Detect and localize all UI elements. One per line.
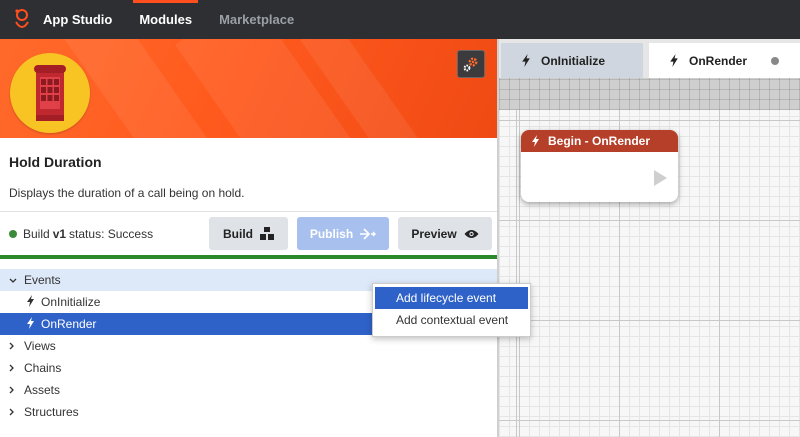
status-dot-icon (9, 230, 17, 238)
flow-canvas-panel: OnInitialize OnRender Begin - OnRender (497, 39, 800, 437)
module-description: Displays the duration of a call being on… (9, 186, 245, 200)
nav-marketplace[interactable]: Marketplace (219, 0, 294, 39)
tree-label-views: Views (24, 339, 56, 353)
status-suffix: status: Success (69, 227, 154, 241)
publish-button[interactable]: Publish (297, 217, 389, 250)
build-status: Build v1 status: Success (9, 227, 153, 241)
chevron-right-icon[interactable] (9, 383, 17, 397)
node-title: Begin - OnRender (548, 134, 651, 148)
lightning-icon (670, 54, 678, 67)
top-nav-bar: App Studio Modules Marketplace (0, 0, 800, 39)
menu-item-add-lifecycle-event[interactable]: Add lifecycle event (375, 287, 528, 309)
node-header: Begin - OnRender (521, 130, 678, 152)
blocks-icon (260, 227, 274, 240)
preview-label: Preview (411, 226, 457, 241)
build-label: Build (223, 226, 253, 241)
gears-icon (463, 57, 478, 72)
tab-label-oninitialize: OnInitialize (541, 53, 606, 68)
lightning-icon (26, 316, 36, 332)
preview-button[interactable]: Preview (398, 217, 492, 250)
tree-label-assets: Assets (24, 383, 61, 397)
lightning-icon (532, 135, 539, 147)
begin-node[interactable]: Begin - OnRender (521, 130, 678, 202)
module-title: Hold Duration (9, 154, 102, 170)
tree-item-structures[interactable]: Structures (0, 401, 497, 423)
context-menu: Add lifecycle event Add contextual event (372, 283, 531, 337)
publish-label: Publish (309, 226, 354, 241)
build-button[interactable]: Build (209, 217, 288, 250)
phone-booth-icon (10, 53, 90, 133)
status-prefix: Build (23, 227, 50, 241)
tab-onrender[interactable]: OnRender (649, 43, 800, 78)
tree-item-assets[interactable]: Assets (0, 379, 497, 401)
chevron-right-icon[interactable] (9, 339, 17, 353)
chevron-down-icon[interactable] (9, 273, 17, 287)
status-progress-bar (0, 255, 497, 259)
tree-item-views[interactable]: Views (0, 335, 497, 357)
event-tabs: OnInitialize OnRender (499, 39, 800, 78)
module-settings-button[interactable] (457, 50, 485, 78)
lightning-icon (26, 294, 36, 310)
tab-label-onrender: OnRender (689, 53, 748, 68)
tree-label-onrender: OnRender (41, 317, 97, 331)
tree-label-events: Events (24, 273, 61, 287)
divider (0, 211, 497, 212)
unsaved-dot-icon (771, 56, 780, 65)
status-version: v1 (52, 227, 67, 241)
publish-arrow-icon (360, 227, 377, 240)
chevron-right-icon[interactable] (9, 405, 17, 419)
genesys-logo-icon[interactable] (12, 8, 32, 32)
chevron-right-icon[interactable] (9, 361, 17, 375)
module-banner (0, 39, 497, 138)
nav-modules[interactable]: Modules (133, 0, 198, 39)
tree-label-chains: Chains (24, 361, 62, 375)
tree-label-oninitialize: OnInitialize (41, 295, 101, 309)
tree-label-structures: Structures (24, 405, 79, 419)
app-name[interactable]: App Studio (43, 0, 112, 39)
canvas-ruler (499, 78, 800, 110)
tab-oninitialize[interactable]: OnInitialize (501, 43, 643, 78)
menu-item-add-contextual-event[interactable]: Add contextual event (375, 309, 528, 331)
lightning-icon (522, 54, 530, 67)
module-panel: Hold Duration Displays the duration of a… (0, 39, 497, 437)
tree-item-chains[interactable]: Chains (0, 357, 497, 379)
eye-icon (464, 229, 479, 238)
output-port-icon[interactable] (654, 170, 667, 186)
